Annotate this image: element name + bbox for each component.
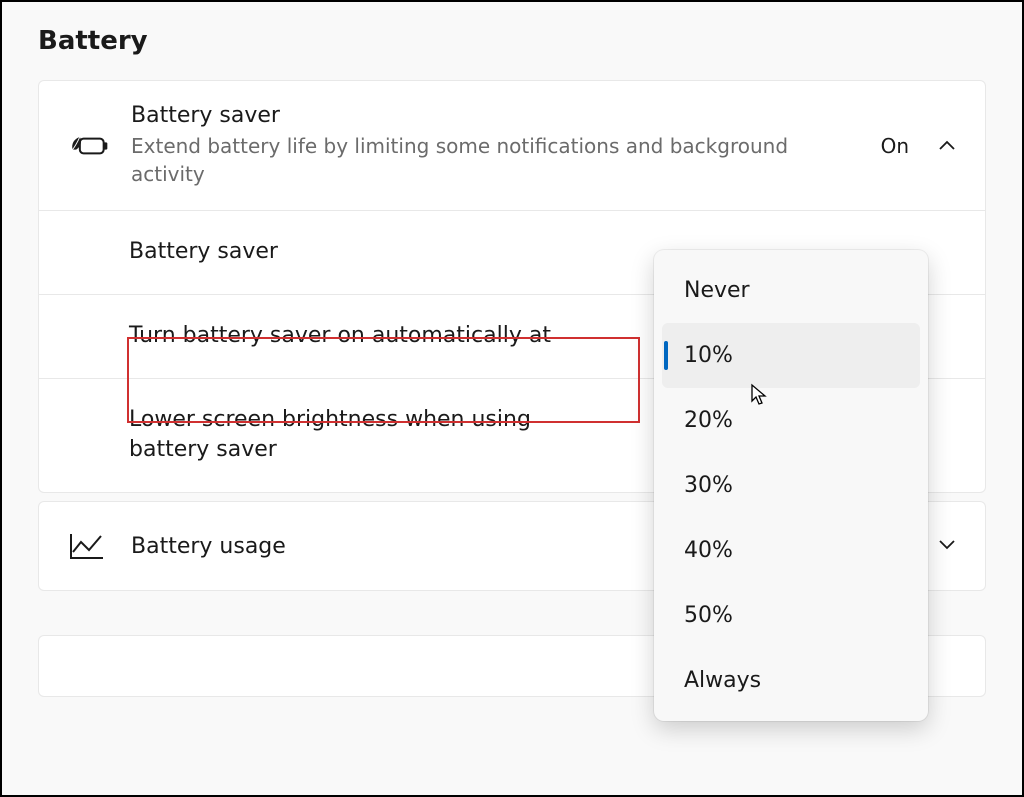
auto-on-dropdown: Never10%20%30%40%50%Always bbox=[654, 250, 928, 721]
battery-saver-header[interactable]: Battery saver Extend battery life by lim… bbox=[39, 81, 985, 210]
dropdown-option[interactable]: 10% bbox=[662, 323, 920, 388]
battery-saver-leaf-icon bbox=[67, 131, 111, 161]
page-title: Battery bbox=[38, 26, 986, 56]
lower-brightness-label: Lower screen brightness when using batte… bbox=[129, 405, 569, 467]
dropdown-option[interactable]: Never bbox=[662, 258, 920, 323]
battery-saver-status: On bbox=[881, 134, 909, 158]
dropdown-option[interactable]: 50% bbox=[662, 583, 920, 648]
battery-saver-title: Battery saver bbox=[131, 103, 861, 128]
dropdown-option[interactable]: Always bbox=[662, 648, 920, 713]
chart-line-icon bbox=[67, 530, 111, 562]
dropdown-option[interactable]: 40% bbox=[662, 518, 920, 583]
dropdown-option[interactable]: 20% bbox=[662, 388, 920, 453]
chevron-down-icon bbox=[937, 534, 957, 558]
chevron-up-icon bbox=[937, 136, 957, 156]
dropdown-option[interactable]: 30% bbox=[662, 453, 920, 518]
battery-saver-subtitle: Extend battery life by limiting some not… bbox=[131, 132, 861, 188]
